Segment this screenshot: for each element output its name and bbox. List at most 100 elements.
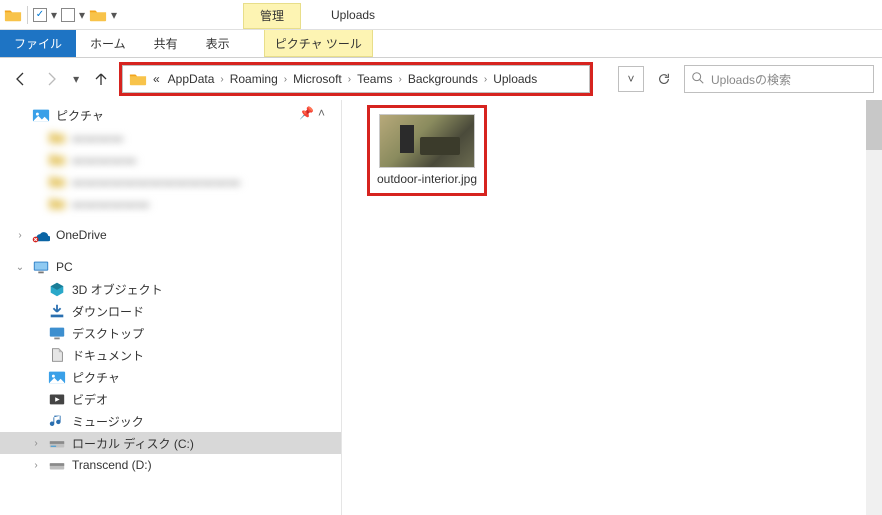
content-pane[interactable]: outdoor-interior.jpg bbox=[342, 100, 882, 515]
tree-item-documents[interactable]: ドキュメント bbox=[0, 344, 341, 366]
qat-dropdown-1[interactable]: ▾ bbox=[49, 8, 59, 22]
tree-label: ▬▬▬▬▬ bbox=[72, 152, 137, 166]
search-input[interactable]: Uploadsの検索 bbox=[684, 65, 874, 93]
tree-label: ▬▬▬▬▬▬ bbox=[72, 196, 150, 210]
three-d-objects-icon bbox=[48, 281, 66, 297]
music-icon bbox=[48, 413, 66, 429]
file-list: outdoor-interior.jpg bbox=[342, 100, 882, 191]
tab-share[interactable]: 共有 bbox=[140, 30, 192, 57]
tree-item-downloads[interactable]: ダウンロード bbox=[0, 300, 341, 322]
drive-icon bbox=[48, 435, 66, 451]
pc-icon bbox=[32, 259, 50, 275]
tree-item-actions: 📌 ˄ bbox=[299, 106, 325, 120]
tree-item-redacted[interactable]: ▬▬▬▬▬▬▬▬▬▬▬▬▬ bbox=[0, 170, 341, 192]
pictures-folder-icon bbox=[32, 107, 50, 123]
breadcrumb-seg-4[interactable]: Backgrounds bbox=[404, 72, 482, 86]
qat-checkbox-2[interactable] bbox=[61, 8, 75, 22]
tree-item-onedrive[interactable]: › OneDrive bbox=[0, 224, 341, 246]
scrollbar-thumb[interactable] bbox=[866, 100, 882, 150]
tab-view-label: 表示 bbox=[206, 35, 230, 52]
main-split: 📌 ˄ ピクチャ ▬▬▬▬ ▬▬▬▬▬ bbox=[0, 100, 882, 515]
qat-folder-icon[interactable] bbox=[89, 7, 107, 23]
tree-item-local-disk-c[interactable]: › ローカル ディスク (C:) bbox=[0, 432, 341, 454]
tree-item-redacted[interactable]: ▬▬▬▬ bbox=[0, 126, 341, 148]
downloads-icon bbox=[48, 303, 66, 319]
nav-bar: ▾ « AppData › Roaming › Microsoft › Team… bbox=[0, 58, 882, 100]
breadcrumb-seg-1[interactable]: Roaming bbox=[226, 72, 282, 86]
tree-item-pc[interactable]: ⌄ PC bbox=[0, 256, 341, 278]
tree-item-redacted[interactable]: ▬▬▬▬▬ bbox=[0, 148, 341, 170]
vertical-scrollbar[interactable] bbox=[866, 100, 882, 515]
app-folder-icon bbox=[4, 7, 22, 23]
tree-label: ドキュメント bbox=[72, 347, 144, 364]
tree-item-music[interactable]: ミュージック bbox=[0, 410, 341, 432]
window-title: Uploads bbox=[331, 8, 375, 22]
expand-icon[interactable]: › bbox=[30, 438, 42, 449]
separator bbox=[27, 6, 28, 24]
file-name-label: outdoor-interior.jpg bbox=[376, 172, 478, 187]
collapse-icon[interactable]: ˄ bbox=[318, 106, 325, 120]
tree-item-videos[interactable]: ビデオ bbox=[0, 388, 341, 410]
qat-customize-dropdown[interactable]: ▾ bbox=[109, 8, 119, 22]
breadcrumb-seg-0[interactable]: AppData bbox=[164, 72, 219, 86]
tab-share-label: 共有 bbox=[154, 35, 178, 52]
onedrive-icon bbox=[32, 227, 50, 243]
folder-icon bbox=[48, 129, 66, 145]
breadcrumb-seg-5[interactable]: Uploads bbox=[489, 72, 541, 86]
chevron-right-icon[interactable]: › bbox=[482, 74, 489, 85]
file-item[interactable]: outdoor-interior.jpg bbox=[372, 110, 482, 191]
manage-label: 管理 bbox=[260, 7, 284, 24]
tree-item-3d-objects[interactable]: 3D オブジェクト bbox=[0, 278, 341, 300]
address-history-dropdown[interactable]: ˅ bbox=[618, 66, 644, 92]
collapse-icon[interactable]: ⌄ bbox=[14, 262, 26, 273]
documents-icon bbox=[48, 347, 66, 363]
folder-icon bbox=[48, 151, 66, 167]
tree-item-transcend-d[interactable]: › Transcend (D:) bbox=[0, 454, 341, 476]
refresh-button[interactable] bbox=[650, 66, 678, 92]
tree-label: PC bbox=[56, 260, 73, 274]
breadcrumb-overflow[interactable]: « bbox=[149, 72, 164, 86]
tree-label: OneDrive bbox=[56, 228, 107, 242]
forward-button[interactable] bbox=[38, 66, 64, 92]
tab-picture-tools[interactable]: ピクチャ ツール bbox=[264, 30, 373, 57]
breadcrumb-seg-3[interactable]: Teams bbox=[353, 72, 396, 86]
tree-label: ミュージック bbox=[72, 413, 144, 430]
tree-label: Transcend (D:) bbox=[72, 458, 152, 472]
contextual-tab-group: 管理 bbox=[243, 3, 301, 29]
up-button[interactable] bbox=[88, 66, 114, 92]
search-icon bbox=[691, 71, 705, 88]
address-folder-icon bbox=[129, 71, 147, 87]
expand-icon[interactable]: › bbox=[14, 230, 26, 241]
tree-item-redacted[interactable]: ▬▬▬▬▬▬ bbox=[0, 192, 341, 214]
folder-icon bbox=[48, 173, 66, 189]
recent-locations-dropdown[interactable]: ▾ bbox=[69, 66, 84, 92]
tree-label: ローカル ディスク (C:) bbox=[72, 435, 194, 452]
breadcrumb: « AppData › Roaming › Microsoft › Teams … bbox=[123, 66, 545, 92]
navigation-pane: 📌 ˄ ピクチャ ▬▬▬▬ ▬▬▬▬▬ bbox=[0, 100, 342, 515]
contextual-tab-strip: 管理 bbox=[243, 0, 301, 29]
breadcrumb-seg-2[interactable]: Microsoft bbox=[289, 72, 346, 86]
tree-label: ピクチャ bbox=[72, 369, 120, 386]
videos-icon bbox=[48, 391, 66, 407]
expand-icon[interactable]: › bbox=[30, 460, 42, 471]
chevron-right-icon[interactable]: › bbox=[396, 74, 403, 85]
drive-icon bbox=[48, 457, 66, 473]
tab-home[interactable]: ホーム bbox=[76, 30, 140, 57]
qat-checkbox-1[interactable] bbox=[33, 8, 47, 22]
back-button[interactable] bbox=[8, 66, 34, 92]
address-bar[interactable]: « AppData › Roaming › Microsoft › Teams … bbox=[122, 65, 590, 93]
pin-icon[interactable]: 📌 bbox=[299, 106, 314, 120]
tab-home-label: ホーム bbox=[90, 35, 126, 52]
chevron-right-icon[interactable]: › bbox=[346, 74, 353, 85]
tree-item-desktop[interactable]: デスクトップ bbox=[0, 322, 341, 344]
chevron-right-icon[interactable]: › bbox=[282, 74, 289, 85]
qat-dropdown-2[interactable]: ▾ bbox=[77, 8, 87, 22]
chevron-right-icon[interactable]: › bbox=[218, 74, 225, 85]
tab-file[interactable]: ファイル bbox=[0, 30, 76, 57]
tab-view[interactable]: 表示 bbox=[192, 30, 244, 57]
tree-item-pictures-root[interactable]: ピクチャ bbox=[0, 104, 341, 126]
tree-label: ビデオ bbox=[72, 391, 108, 408]
tree-label: デスクトップ bbox=[72, 325, 144, 342]
tree-item-pictures[interactable]: ピクチャ bbox=[0, 366, 341, 388]
tree-label: 3D オブジェクト bbox=[72, 281, 163, 298]
